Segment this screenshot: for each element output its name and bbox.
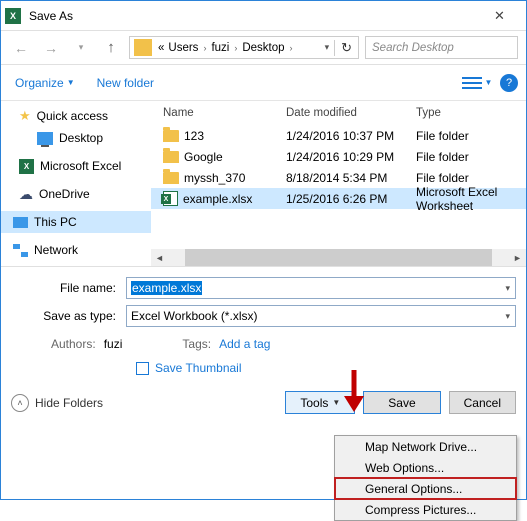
cancel-button[interactable]: Cancel: [449, 391, 516, 414]
recent-dd-icon[interactable]: ▾: [69, 36, 93, 60]
titlebar: X Save As ✕: [1, 1, 526, 31]
folder-icon: [163, 172, 179, 184]
chevron-down-icon[interactable]: ▾: [505, 311, 510, 322]
menu-map-network-drive[interactable]: Map Network Drive...: [335, 436, 516, 457]
new-folder-button[interactable]: New folder: [91, 72, 160, 94]
sidebar-item-desktop[interactable]: Desktop: [1, 127, 151, 149]
folder-icon: [163, 151, 179, 163]
filetype-label: Save as type:: [11, 309, 126, 323]
chevron-right-icon: ›: [287, 43, 296, 53]
file-row[interactable]: 123 1/24/2016 10:37 PM File folder: [151, 125, 526, 146]
sidebar-item-quick-access[interactable]: ★Quick access: [1, 105, 151, 127]
chevron-up-icon: ˄: [11, 394, 29, 412]
chevron-right-icon: ›: [200, 43, 209, 53]
navbar: ← → ▾ ↑ « Users › fuzi › Desktop › ▾ ↻ S…: [1, 31, 526, 65]
crumb-desktop[interactable]: Desktop: [240, 42, 286, 54]
pc-icon: [13, 217, 28, 228]
window-title: Save As: [29, 9, 477, 23]
cloud-icon: ☁: [19, 186, 33, 203]
chevron-right-icon: ›: [231, 43, 240, 53]
sidebar-item-excel[interactable]: XMicrosoft Excel: [1, 155, 151, 177]
footer: ˄ Hide Folders Tools▼ Save Cancel: [1, 385, 526, 420]
horizontal-scrollbar[interactable]: ◄ ►: [151, 249, 526, 266]
sidebar-item-this-pc[interactable]: This PC: [1, 211, 151, 233]
col-name[interactable]: Name: [151, 107, 286, 119]
refresh-button[interactable]: ↻: [334, 40, 358, 56]
file-row[interactable]: Google 1/24/2016 10:29 PM File folder: [151, 146, 526, 167]
organize-button[interactable]: Organize▼: [9, 72, 81, 94]
filename-input[interactable]: example.xlsx▾: [126, 277, 516, 299]
crumb-root-sep[interactable]: «: [156, 42, 166, 54]
desktop-icon: [37, 132, 53, 145]
view-mode-button[interactable]: ▼: [460, 72, 494, 94]
save-as-dialog: X Save As ✕ ← → ▾ ↑ « Users › fuzi › Des…: [0, 0, 527, 500]
scroll-right-icon[interactable]: ►: [509, 253, 526, 263]
folder-icon: [134, 39, 152, 56]
address-dropdown-icon[interactable]: ▾: [320, 42, 335, 53]
bottom-pane: File name: example.xlsx▾ Save as type: E…: [1, 266, 526, 385]
xlsx-icon: [163, 191, 178, 206]
filename-label: File name:: [11, 281, 126, 295]
col-type[interactable]: Type: [416, 107, 526, 119]
address-bar[interactable]: « Users › fuzi › Desktop › ▾ ↻: [129, 36, 359, 59]
sidebar-item-network[interactable]: Network: [1, 239, 151, 261]
up-button[interactable]: ↑: [99, 36, 123, 60]
scroll-thumb[interactable]: [185, 249, 492, 266]
folder-icon: [163, 130, 179, 142]
network-icon: [13, 244, 28, 257]
chevron-down-icon: ▼: [67, 78, 75, 87]
tags-label: Tags:: [182, 337, 211, 351]
file-pane: Name Date modified Type 123 1/24/2016 10…: [151, 101, 526, 266]
search-input[interactable]: Search Desktop: [365, 36, 518, 59]
save-thumbnail-checkbox[interactable]: [136, 362, 149, 375]
menu-compress-pictures[interactable]: Compress Pictures...: [335, 499, 516, 520]
crumb-fuzi[interactable]: fuzi: [209, 42, 231, 54]
sidebar: ★Quick access Desktop XMicrosoft Excel ☁…: [1, 101, 151, 266]
filetype-select[interactable]: Excel Workbook (*.xlsx)▾: [126, 305, 516, 327]
col-date[interactable]: Date modified: [286, 107, 416, 119]
hide-folders-button[interactable]: ˄ Hide Folders: [11, 394, 103, 412]
excel-icon: X: [19, 159, 34, 174]
star-icon: ★: [19, 108, 31, 124]
authors-label: Authors:: [51, 337, 96, 351]
tags-value[interactable]: Add a tag: [219, 337, 270, 351]
sidebar-item-onedrive[interactable]: ☁OneDrive: [1, 183, 151, 205]
save-thumbnail-label[interactable]: Save Thumbnail: [155, 361, 242, 375]
chevron-down-icon[interactable]: ▾: [505, 283, 510, 294]
toolbar: Organize▼ New folder ▼ ?: [1, 65, 526, 101]
crumb-users[interactable]: Users: [166, 42, 200, 54]
column-headers[interactable]: Name Date modified Type: [151, 101, 526, 125]
menu-web-options[interactable]: Web Options...: [335, 457, 516, 478]
body-split: ★Quick access Desktop XMicrosoft Excel ☁…: [1, 101, 526, 266]
back-button[interactable]: ←: [9, 36, 33, 60]
chevron-down-icon: ▼: [332, 398, 340, 407]
help-button[interactable]: ?: [500, 74, 518, 92]
scroll-left-icon[interactable]: ◄: [151, 253, 168, 263]
forward-button[interactable]: →: [39, 36, 63, 60]
tools-menu: Map Network Drive... Web Options... Gene…: [334, 435, 517, 521]
authors-value[interactable]: fuzi: [104, 337, 123, 351]
file-row[interactable]: example.xlsx 1/25/2016 6:26 PM Microsoft…: [151, 188, 526, 209]
excel-app-icon: X: [5, 8, 21, 24]
menu-general-options[interactable]: General Options...: [335, 478, 516, 499]
close-button[interactable]: ✕: [477, 2, 522, 30]
save-button[interactable]: Save: [363, 391, 440, 414]
tools-button[interactable]: Tools▼: [285, 391, 355, 414]
